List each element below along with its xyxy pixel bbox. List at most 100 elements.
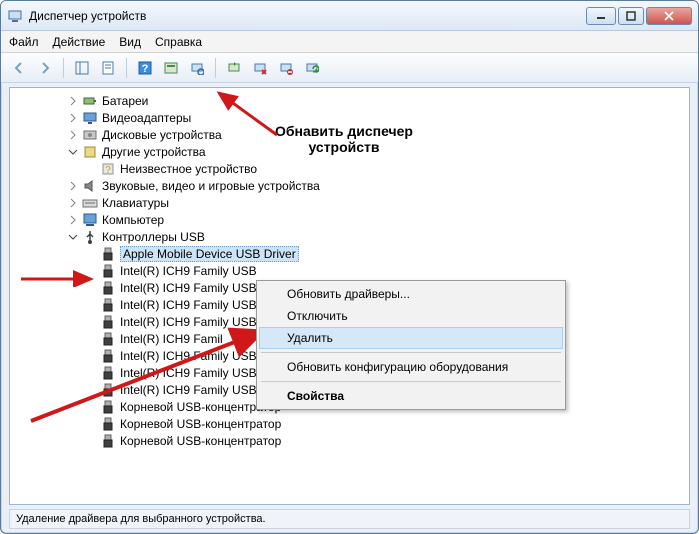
tree-item[interactable]: Apple Mobile Device USB Driver [10,245,689,262]
expand-icon[interactable] [66,213,80,227]
tree-item[interactable]: Компьютер [10,211,689,228]
no-expand [84,281,98,295]
back-button[interactable] [7,56,31,80]
keyboard-icon [82,195,98,211]
action-icon-button[interactable] [159,56,183,80]
app-icon [7,8,23,24]
no-expand [84,315,98,329]
tree-item-label: Корневой USB-концентратор [120,434,281,448]
svg-text:?: ? [105,165,111,176]
collapse-icon[interactable] [66,230,80,244]
collapse-icon[interactable] [66,145,80,159]
tree-item[interactable]: Корневой USB-концентратор [10,415,689,432]
status-text: Удаление драйвера для выбранного устройс… [16,513,266,525]
no-expand [84,400,98,414]
usb-dev-icon [100,246,116,262]
context-menu[interactable]: Обновить драйверы...ОтключитьУдалить Обно… [256,280,566,410]
status-bar: Удаление драйвера для выбранного устройс… [9,509,690,529]
tree-item-label: Батареи [102,94,148,108]
tree-item[interactable]: ? Неизвестное устройство [10,160,689,177]
tree-item-label: Корневой USB-концентратор [120,417,281,431]
usb-dev-icon [100,297,116,313]
no-expand [84,349,98,363]
no-expand [84,383,98,397]
device-tree-panel[interactable]: БатареиВидеоадаптерыДисковые устройстваД… [9,87,690,505]
no-expand [84,162,98,176]
toolbar: ? [1,53,698,83]
tree-item-label: Звуковые, видео и игровые устройства [102,179,320,193]
menu-help[interactable]: Справка [155,35,202,49]
disk-icon [82,127,98,143]
tree-item[interactable]: Клавиатуры [10,194,689,211]
no-expand [84,332,98,346]
close-button[interactable] [646,7,692,25]
no-expand [84,264,98,278]
tree-item-label: Intel(R) ICH9 Famil [120,332,223,346]
svg-text:?: ? [142,63,149,75]
expand-icon[interactable] [66,179,80,193]
tree-item-label: Intel(R) ICH9 Family USB [120,281,257,295]
tree-item-label: Intel(R) ICH9 Family USB [120,264,257,278]
titlebar: Диспетчер устройств [1,1,698,31]
uninstall-button[interactable] [274,56,298,80]
tree-item[interactable]: Другие устройства [10,143,689,160]
menu-item[interactable]: Отключить [259,305,563,327]
menu-item[interactable]: Свойства [259,385,563,407]
other-icon [82,144,98,160]
expand-icon[interactable] [66,128,80,142]
usb-dev-icon [100,314,116,330]
toolbar-separator [215,58,216,78]
usb-dev-icon [100,416,116,432]
tree-item-label: Intel(R) ICH9 Family USB [120,349,257,363]
tree-item[interactable]: Батареи [10,92,689,109]
window-title: Диспетчер устройств [29,9,586,23]
usb-dev-icon [100,348,116,364]
tree-item-label: Intel(R) ICH9 Family USB [120,366,257,380]
sound-icon [82,178,98,194]
usb-dev-icon [100,399,116,415]
properties-button[interactable] [96,56,120,80]
tree-item[interactable]: Контроллеры USB [10,228,689,245]
tree-item[interactable]: Видеоадаптеры [10,109,689,126]
expand-icon[interactable] [66,94,80,108]
menu-file[interactable]: Файл [9,35,39,49]
update-driver-button[interactable] [222,56,246,80]
menu-separator [261,381,561,382]
usb-dev-icon [100,263,116,279]
forward-button[interactable] [33,56,57,80]
tree-item[interactable]: Intel(R) ICH9 Family USB [10,262,689,279]
maximize-button[interactable] [618,7,644,25]
minimize-button[interactable] [586,7,616,25]
battery-icon [82,93,98,109]
expand-icon[interactable] [66,111,80,125]
usb-dev-icon [100,382,116,398]
disable-button[interactable] [248,56,272,80]
tree-item-label: Компьютер [102,213,164,227]
menu-item[interactable]: Обновить драйверы... [259,283,563,305]
no-expand [84,247,98,261]
unknown-icon: ? [100,161,116,177]
help-button[interactable]: ? [133,56,157,80]
tree-item-label: Клавиатуры [102,196,169,210]
no-expand [84,298,98,312]
refresh-button[interactable] [300,56,324,80]
tree-item[interactable]: Звуковые, видео и игровые устройства [10,177,689,194]
menu-item[interactable]: Удалить [259,327,563,349]
menu-item[interactable]: Обновить конфигурацию оборудования [259,356,563,378]
usb-icon [82,229,98,245]
usb-dev-icon [100,280,116,296]
menu-view[interactable]: Вид [119,35,141,49]
tree-item-label: Контроллеры USB [102,230,205,244]
tree-item-label: Apple Mobile Device USB Driver [120,246,299,262]
show-hide-tree-button[interactable] [70,56,94,80]
no-expand [84,417,98,431]
menu-separator [261,352,561,353]
tree-item-label: Неизвестное устройство [120,162,257,176]
expand-icon[interactable] [66,196,80,210]
toolbar-separator [63,58,64,78]
tree-item[interactable]: Корневой USB-концентратор [10,432,689,449]
tree-item[interactable]: Дисковые устройства [10,126,689,143]
usb-dev-icon [100,331,116,347]
scan-hardware-button[interactable] [185,56,209,80]
menu-action[interactable]: Действие [53,35,106,49]
